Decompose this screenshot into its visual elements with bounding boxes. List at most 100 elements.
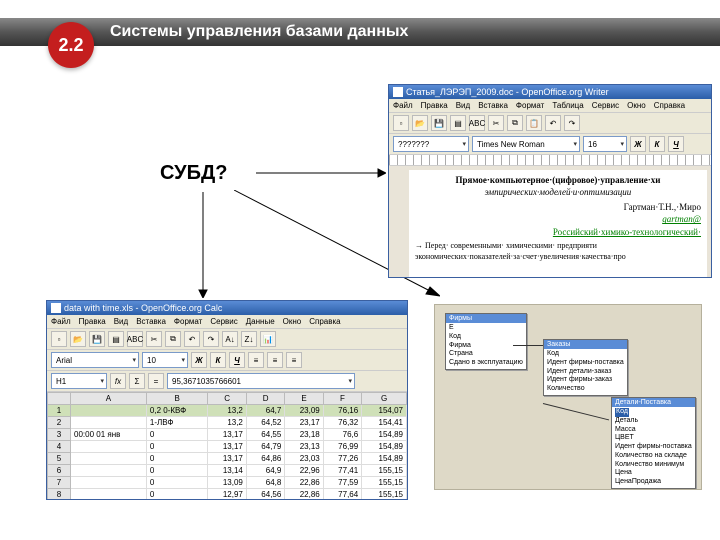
cell[interactable]: 13,17	[208, 429, 246, 441]
cell[interactable]: 155,15	[362, 489, 407, 501]
cell[interactable]: 76,99	[323, 441, 361, 453]
cell[interactable]: 0	[146, 429, 208, 441]
cell[interactable]	[71, 489, 147, 501]
cell[interactable]: 13,17	[208, 453, 246, 465]
redo-icon[interactable]: ↷	[203, 331, 219, 347]
cell[interactable]: 155,15	[362, 477, 407, 489]
sort-asc-icon[interactable]: A↓	[222, 331, 238, 347]
menu-item[interactable]: Вставка	[478, 101, 508, 110]
fontsize-dropdown[interactable]: 10	[142, 352, 188, 368]
menu-item[interactable]: Формат	[516, 101, 544, 110]
column-header[interactable]: C	[208, 393, 246, 405]
column-header[interactable]: A	[71, 393, 147, 405]
align-left-icon[interactable]: ≡	[248, 352, 264, 368]
style-dropdown[interactable]: ???????	[393, 136, 469, 152]
column-header[interactable]: D	[246, 393, 284, 405]
cell[interactable]: 64,86	[246, 453, 284, 465]
table-row[interactable]: 300:00 01 янв013,1764,5523,1876,6154,89	[48, 429, 407, 441]
cell[interactable]: 154,41	[362, 417, 407, 429]
cell-reference[interactable]: H1	[51, 373, 107, 389]
cell[interactable]	[71, 477, 147, 489]
row-header[interactable]: 1	[48, 405, 71, 417]
cut-icon[interactable]: ✂	[146, 331, 162, 347]
save-icon[interactable]: 💾	[89, 331, 105, 347]
fontsize-dropdown[interactable]: 16	[583, 136, 627, 152]
cell[interactable]	[71, 441, 147, 453]
open-icon[interactable]: 📂	[70, 331, 86, 347]
menu-item[interactable]: Справка	[654, 101, 685, 110]
writer-menubar[interactable]: Файл Правка Вид Вставка Формат Таблица С…	[389, 99, 711, 113]
row-header[interactable]: 8	[48, 489, 71, 501]
row-header[interactable]: 4	[48, 441, 71, 453]
print-icon[interactable]: ▤	[450, 115, 466, 131]
column-header[interactable]	[48, 393, 71, 405]
menu-item[interactable]: Вид	[114, 317, 128, 326]
column-header[interactable]: B	[146, 393, 208, 405]
row-header[interactable]: 7	[48, 477, 71, 489]
cell[interactable]: 23,03	[285, 453, 323, 465]
cell[interactable]: 23,18	[285, 429, 323, 441]
cell[interactable]: 77,64	[323, 489, 361, 501]
menu-item[interactable]: Правка	[421, 101, 448, 110]
cell[interactable]: 154,07	[362, 405, 407, 417]
font-dropdown[interactable]: Arial	[51, 352, 139, 368]
new-icon[interactable]: ▫	[51, 331, 67, 347]
cell[interactable]: 0	[146, 453, 208, 465]
cell[interactable]: 64,52	[246, 417, 284, 429]
paste-icon[interactable]: 📋	[526, 115, 542, 131]
cell[interactable]: 0,2 0-КВФ	[146, 405, 208, 417]
table-box-parts[interactable]: Детали-Поставка КодДетальМассаЦВЕТИдент …	[611, 397, 696, 489]
bold-button[interactable]: Ж	[630, 136, 646, 152]
table-row[interactable]: 8012,9764,5622,8677,64155,15	[48, 489, 407, 501]
sort-desc-icon[interactable]: Z↓	[241, 331, 257, 347]
cell[interactable]: 64,55	[246, 429, 284, 441]
fx-icon[interactable]: fx	[110, 373, 126, 389]
font-dropdown[interactable]: Times New Roman	[472, 136, 580, 152]
bold-button[interactable]: Ж	[191, 352, 207, 368]
cell[interactable]: 76,16	[323, 405, 361, 417]
row-header[interactable]: 3	[48, 429, 71, 441]
copy-icon[interactable]: ⧉	[507, 115, 523, 131]
cell[interactable]: 12,97	[208, 489, 246, 501]
cell[interactable]: 0	[146, 477, 208, 489]
cell[interactable]: 154,89	[362, 453, 407, 465]
spellcheck-icon[interactable]: ABC	[127, 331, 143, 347]
menu-item[interactable]: Окно	[283, 317, 302, 326]
menu-item[interactable]: Данные	[246, 317, 275, 326]
cell[interactable]: 22,96	[285, 465, 323, 477]
cell[interactable]: 23,09	[285, 405, 323, 417]
sum-icon[interactable]: Σ	[129, 373, 145, 389]
table-box-orders[interactable]: Заказы КодИдент фирмы-поставкаИдент дета…	[543, 339, 628, 396]
redo-icon[interactable]: ↷	[564, 115, 580, 131]
menu-item[interactable]: Вид	[456, 101, 470, 110]
table-box-firms[interactable]: Фирмы EКодФирмаСтранаСдано в эксплуатаци…	[445, 313, 527, 370]
menu-item[interactable]: Файл	[51, 317, 71, 326]
cell[interactable]: 76,32	[323, 417, 361, 429]
italic-button[interactable]: К	[210, 352, 226, 368]
print-icon[interactable]: ▤	[108, 331, 124, 347]
cell[interactable]: 13,14	[208, 465, 246, 477]
column-header[interactable]: F	[323, 393, 361, 405]
table-row[interactable]: 21-ЛВФ13,264,5223,1776,32154,41	[48, 417, 407, 429]
cell[interactable]: 77,41	[323, 465, 361, 477]
cell[interactable]: 64,79	[246, 441, 284, 453]
italic-button[interactable]: К	[649, 136, 665, 152]
cell[interactable]: 77,26	[323, 453, 361, 465]
cell[interactable]	[71, 465, 147, 477]
cell[interactable]: 23,13	[285, 441, 323, 453]
menu-item[interactable]: Формат	[174, 317, 202, 326]
cell[interactable]: 64,8	[246, 477, 284, 489]
cell[interactable]: 64,56	[246, 489, 284, 501]
cell[interactable]: 1-ЛВФ	[146, 417, 208, 429]
menu-item[interactable]: Таблица	[552, 101, 583, 110]
undo-icon[interactable]: ↶	[545, 115, 561, 131]
document-body[interactable]: Прямое·компьютерное·(цифровое)·управлени…	[409, 170, 707, 278]
cell[interactable]: 154,89	[362, 441, 407, 453]
cell[interactable]: 155,15	[362, 465, 407, 477]
cell[interactable]: 22,86	[285, 489, 323, 501]
cell[interactable]: 154,89	[362, 429, 407, 441]
open-icon[interactable]: 📂	[412, 115, 428, 131]
align-center-icon[interactable]: ≡	[267, 352, 283, 368]
spreadsheet-grid[interactable]: ABCDEFG 10,2 0-КВФ13,264,723,0976,16154,…	[47, 392, 407, 500]
cell[interactable]: 76,6	[323, 429, 361, 441]
